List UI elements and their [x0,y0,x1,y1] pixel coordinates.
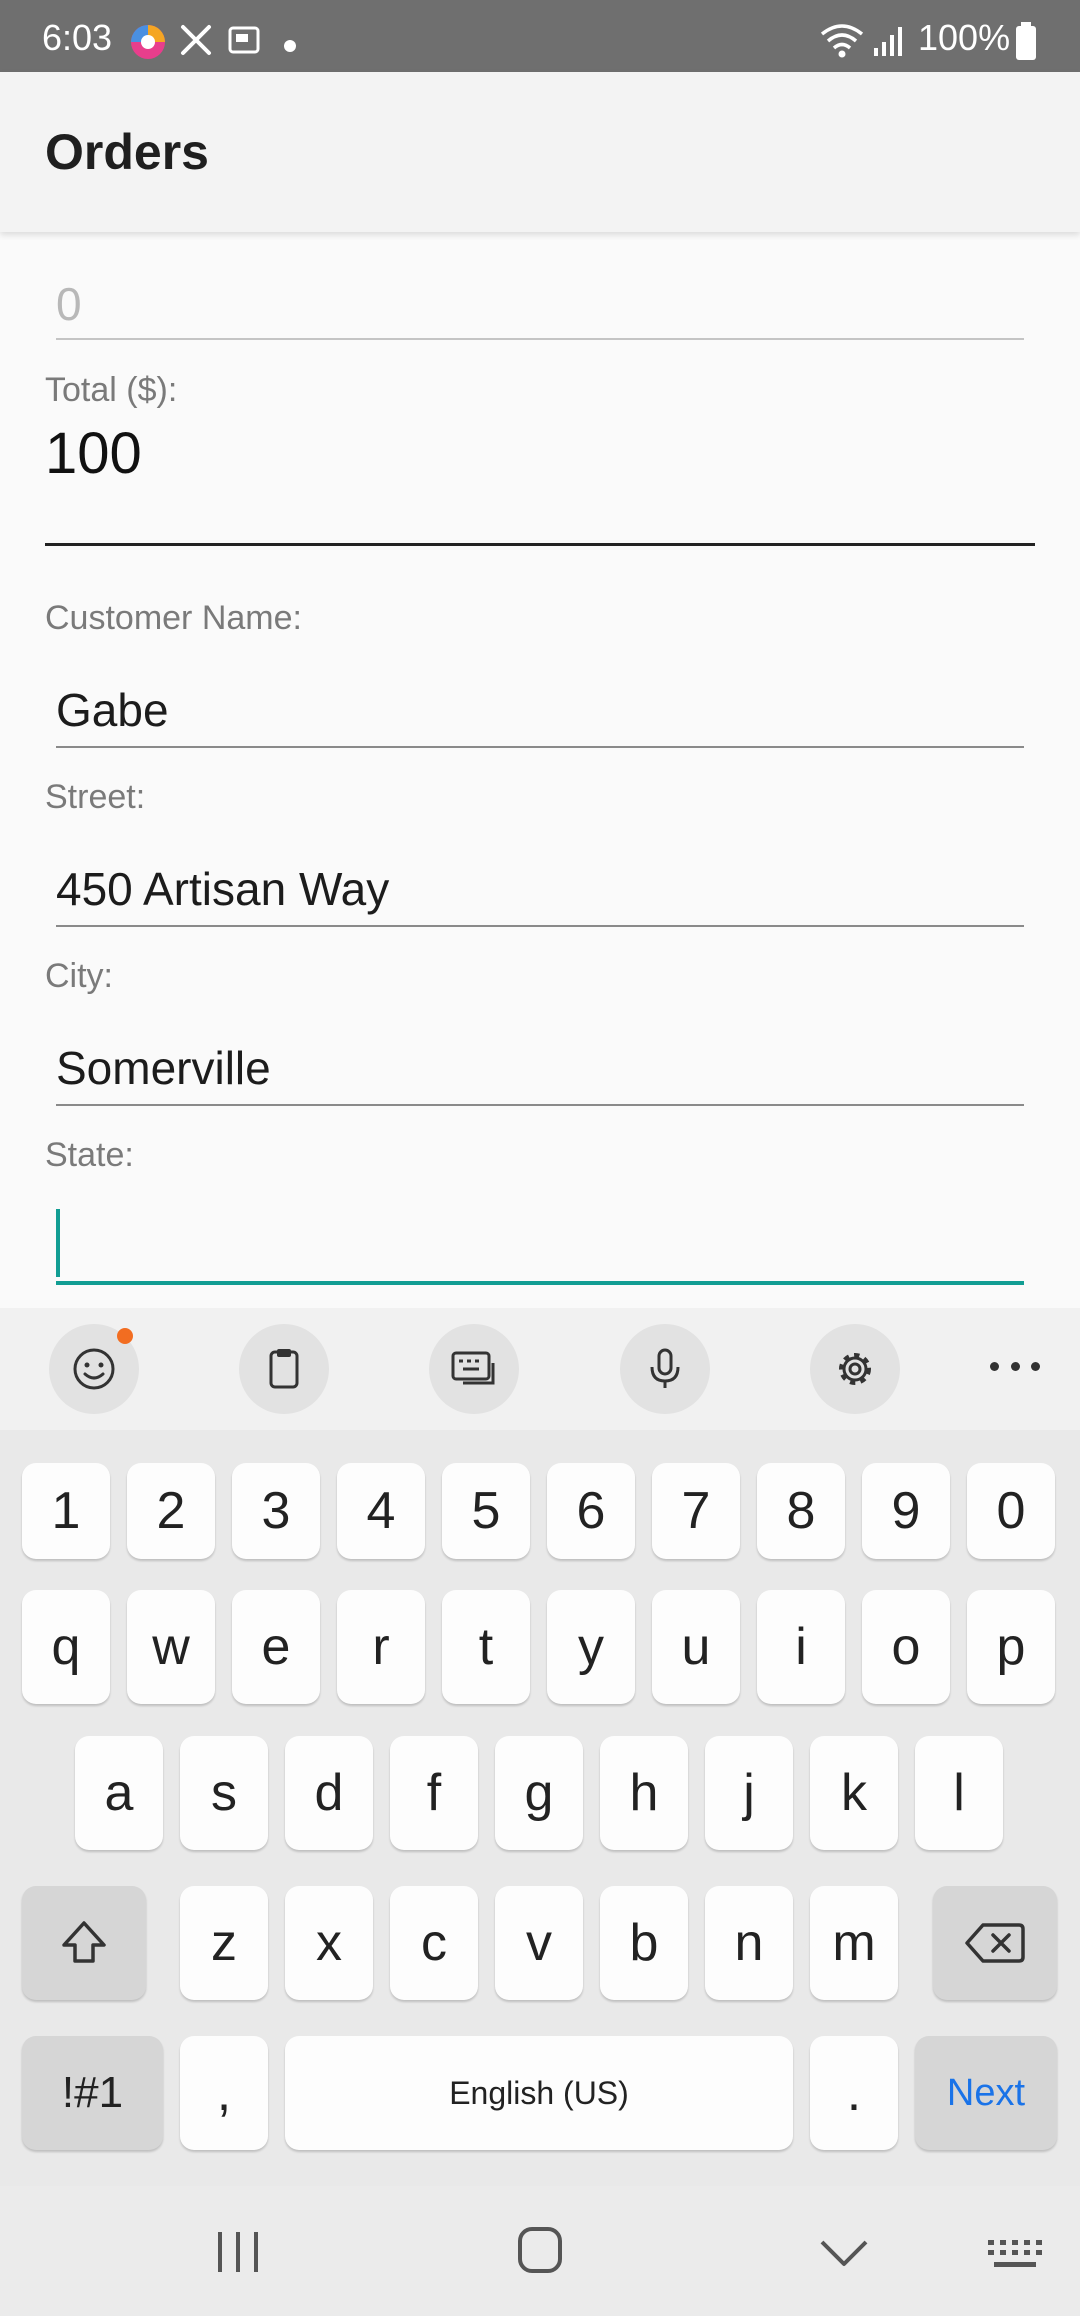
key-g[interactable]: g [495,1736,583,1850]
key-d[interactable]: d [285,1736,373,1850]
emoji-button[interactable] [49,1324,139,1414]
wifi-icon [820,24,864,58]
key-s[interactable]: s [180,1736,268,1850]
page-title: Orders [45,124,209,180]
order-form: 0 Total ($): 100 Customer Name: Gabe Str… [0,232,1080,1308]
tools-icon [181,25,211,55]
key-9[interactable]: 9 [862,1463,950,1559]
emoji-badge [117,1328,133,1344]
battery-percentage: 100% [918,17,1011,58]
signal-icon [874,27,902,56]
key-n[interactable]: n [705,1886,793,2000]
key-8[interactable]: 8 [757,1463,845,1559]
browser-icon [131,25,165,59]
recent-apps-icon[interactable] [210,2228,266,2276]
key-h[interactable]: h [600,1736,688,1850]
key-x[interactable]: x [285,1886,373,2000]
total-label: Total ($): [45,371,178,409]
state-label: State: [45,1136,134,1174]
keyboard-toolbar [0,1308,1080,1430]
city-field[interactable]: Somerville [56,1040,271,1096]
keyboard-mode-button[interactable] [429,1324,519,1414]
customer-name-underline [56,746,1024,748]
backspace-icon [965,1923,1025,1963]
more-icon[interactable] [990,1346,1040,1386]
soft-keyboard: 1 2 3 4 5 6 7 8 9 0 q w e r t y u i o p … [0,1308,1080,2316]
key-3[interactable]: 3 [232,1463,320,1559]
discount-underline [56,338,1024,340]
voice-input-button[interactable] [620,1324,710,1414]
customer-name-field[interactable]: Gabe [56,682,169,738]
app-bar: Orders [0,72,1080,232]
shift-icon [62,1921,106,1963]
key-r[interactable]: r [337,1590,425,1704]
key-k[interactable]: k [810,1736,898,1850]
total-field[interactable]: 100 [45,425,142,483]
back-icon[interactable] [816,2234,872,2274]
key-7[interactable]: 7 [652,1463,740,1559]
city-underline [56,1104,1024,1106]
key-b[interactable]: b [600,1886,688,2000]
key-p[interactable]: p [967,1590,1055,1704]
key-f[interactable]: f [390,1736,478,1850]
period-key[interactable]: . [810,2036,898,2150]
status-bar: 6:03 100% [0,0,1080,72]
keyboard-mode-icon [451,1351,495,1385]
next-key[interactable]: Next [915,2036,1057,2150]
key-j[interactable]: j [705,1736,793,1850]
space-key[interactable]: English (US) [285,2036,793,2150]
battery-icon [1016,22,1036,60]
state-underline [56,1281,1024,1285]
status-time: 6:03 [42,17,113,58]
keyboard-keys: 1 2 3 4 5 6 7 8 9 0 q w e r t y u i o p … [0,1430,1080,2186]
street-label: Street: [45,778,146,816]
key-i[interactable]: i [757,1590,845,1704]
shift-key[interactable] [22,1886,146,2000]
clipboard-button[interactable] [239,1324,329,1414]
key-z[interactable]: z [180,1886,268,2000]
street-underline [56,925,1024,927]
navigation-bar [0,2186,1080,2316]
key-c[interactable]: c [390,1886,478,2000]
customer-name-label: Customer Name: [45,599,302,637]
key-v[interactable]: v [495,1886,583,2000]
keyboard-settings-button[interactable] [810,1324,900,1414]
key-o[interactable]: o [862,1590,950,1704]
keyboard-switch-icon[interactable] [984,2234,1044,2274]
backspace-key[interactable] [933,1886,1057,2000]
key-2[interactable]: 2 [127,1463,215,1559]
key-e[interactable]: e [232,1590,320,1704]
key-4[interactable]: 4 [337,1463,425,1559]
key-u[interactable]: u [652,1590,740,1704]
emoji-icon [73,1348,115,1390]
notification-dot [284,40,296,52]
key-l[interactable]: l [915,1736,1003,1850]
city-label: City: [45,957,113,995]
key-a[interactable]: a [75,1736,163,1850]
discount-value: 0 [56,278,82,330]
key-t[interactable]: t [442,1590,530,1704]
screenshot-icon [228,26,260,54]
key-y[interactable]: y [547,1590,635,1704]
microphone-icon [650,1348,680,1388]
key-m[interactable]: m [810,1886,898,2000]
clipboard-icon [269,1349,299,1389]
settings-icon [839,1353,871,1385]
symbols-key[interactable]: !#1 [22,2036,163,2150]
text-cursor [56,1209,60,1277]
key-w[interactable]: w [127,1590,215,1704]
home-icon[interactable] [510,2224,570,2278]
key-1[interactable]: 1 [22,1463,110,1559]
street-field[interactable]: 450 Artisan Way [56,861,389,917]
key-q[interactable]: q [22,1590,110,1704]
total-underline [45,543,1035,546]
comma-key[interactable]: , [180,2036,268,2150]
key-6[interactable]: 6 [547,1463,635,1559]
key-0[interactable]: 0 [967,1463,1055,1559]
key-5[interactable]: 5 [442,1463,530,1559]
